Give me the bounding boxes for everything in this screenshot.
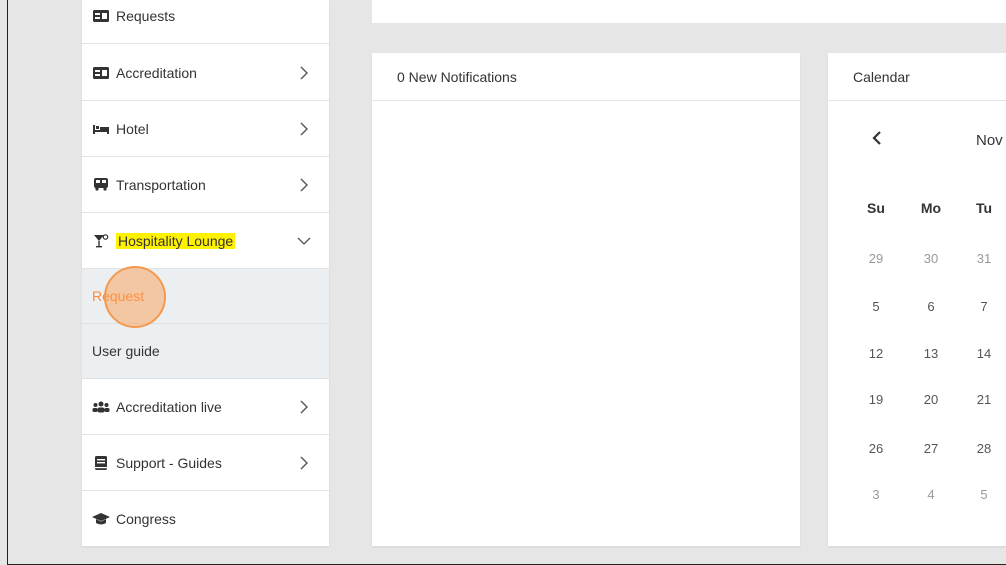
sidebar-item-label: Transportation [116, 176, 206, 193]
sidebar-item-support-guides[interactable]: Support - Guides [82, 435, 329, 491]
sidebar-subitem-label: Request [92, 288, 145, 304]
sidebar-item-label: Congress [116, 511, 176, 527]
graduation-cap-icon [92, 512, 110, 526]
sidebar-item-label: Accreditation live [116, 398, 222, 415]
id-card-icon [92, 9, 110, 23]
sidebar-item-hospitality-lounge[interactable]: Hospitality Lounge [82, 213, 329, 269]
sidebar-item-label: Support - Guides [116, 454, 222, 471]
notifications-card: 0 New Notifications [372, 53, 800, 546]
chevron-down-icon [297, 234, 311, 248]
chevron-right-icon [297, 400, 311, 414]
sidebar-item-accreditation-live[interactable]: Accreditation live [82, 379, 329, 435]
calendar-day[interactable]: 30 [916, 251, 946, 266]
top-panel [372, 0, 1006, 23]
calendar-day[interactable]: 5 [861, 299, 891, 314]
calendar-day[interactable]: 12 [861, 346, 891, 361]
calendar-day[interactable]: 13 [916, 346, 946, 361]
sidebar: Requests Accreditation Hotel Transportat… [82, 0, 329, 546]
sidebar-item-accreditation[interactable]: Accreditation [82, 45, 329, 101]
calendar-day[interactable]: 28 [969, 441, 999, 456]
calendar-day[interactable]: 21 [969, 392, 999, 407]
sidebar-item-hotel[interactable]: Hotel [82, 101, 329, 157]
book-icon [92, 455, 110, 470]
sidebar-subitem-request[interactable]: Request [82, 269, 329, 324]
calendar-prev-button[interactable] [872, 131, 882, 149]
calendar-day[interactable]: 26 [861, 441, 891, 456]
cocktail-icon [92, 233, 110, 248]
id-card-icon [92, 66, 110, 80]
chevron-right-icon [297, 178, 311, 192]
sidebar-item-transportation[interactable]: Transportation [82, 157, 329, 213]
calendar-month-label: Nov [976, 132, 1003, 149]
weekday-label: Tu [975, 200, 993, 216]
calendar-day[interactable]: 20 [916, 392, 946, 407]
sidebar-item-congress[interactable]: Congress [82, 491, 329, 546]
sidebar-item-requests[interactable]: Requests [82, 0, 329, 44]
calendar-day[interactable]: 7 [969, 299, 999, 314]
chevron-left-icon [872, 131, 881, 145]
calendar-day[interactable]: 3 [861, 487, 891, 502]
calendar-title: Calendar [828, 53, 1006, 101]
bus-icon [92, 178, 110, 192]
chevron-right-icon [297, 122, 311, 136]
weekday-label: Su [867, 200, 885, 216]
sidebar-subitem-user-guide[interactable]: User guide [82, 324, 329, 379]
calendar-day[interactable]: 14 [969, 346, 999, 361]
calendar-day[interactable]: 19 [861, 392, 891, 407]
chevron-right-icon [297, 456, 311, 470]
calendar-day[interactable]: 27 [916, 441, 946, 456]
calendar-day[interactable]: 5 [969, 487, 999, 502]
sidebar-item-label: Requests [116, 7, 176, 24]
sidebar-subitem-label: User guide [92, 343, 160, 359]
calendar-day[interactable]: 31 [969, 251, 999, 266]
bed-icon [92, 122, 110, 136]
users-icon [92, 400, 110, 414]
sidebar-item-label: Hospitality Lounge [116, 232, 236, 249]
calendar-card: Calendar Nov Su Mo Tu 29 30 31 5 6 7 12 … [828, 53, 1006, 546]
sidebar-item-label: Accreditation [116, 64, 197, 81]
sidebar-item-label: Hotel [116, 120, 149, 137]
calendar-day[interactable]: 29 [861, 251, 891, 266]
notifications-title: 0 New Notifications [372, 53, 800, 101]
chevron-right-icon [297, 66, 311, 80]
weekday-label: Mo [920, 200, 942, 216]
calendar-day[interactable]: 6 [916, 299, 946, 314]
calendar-day[interactable]: 4 [916, 487, 946, 502]
